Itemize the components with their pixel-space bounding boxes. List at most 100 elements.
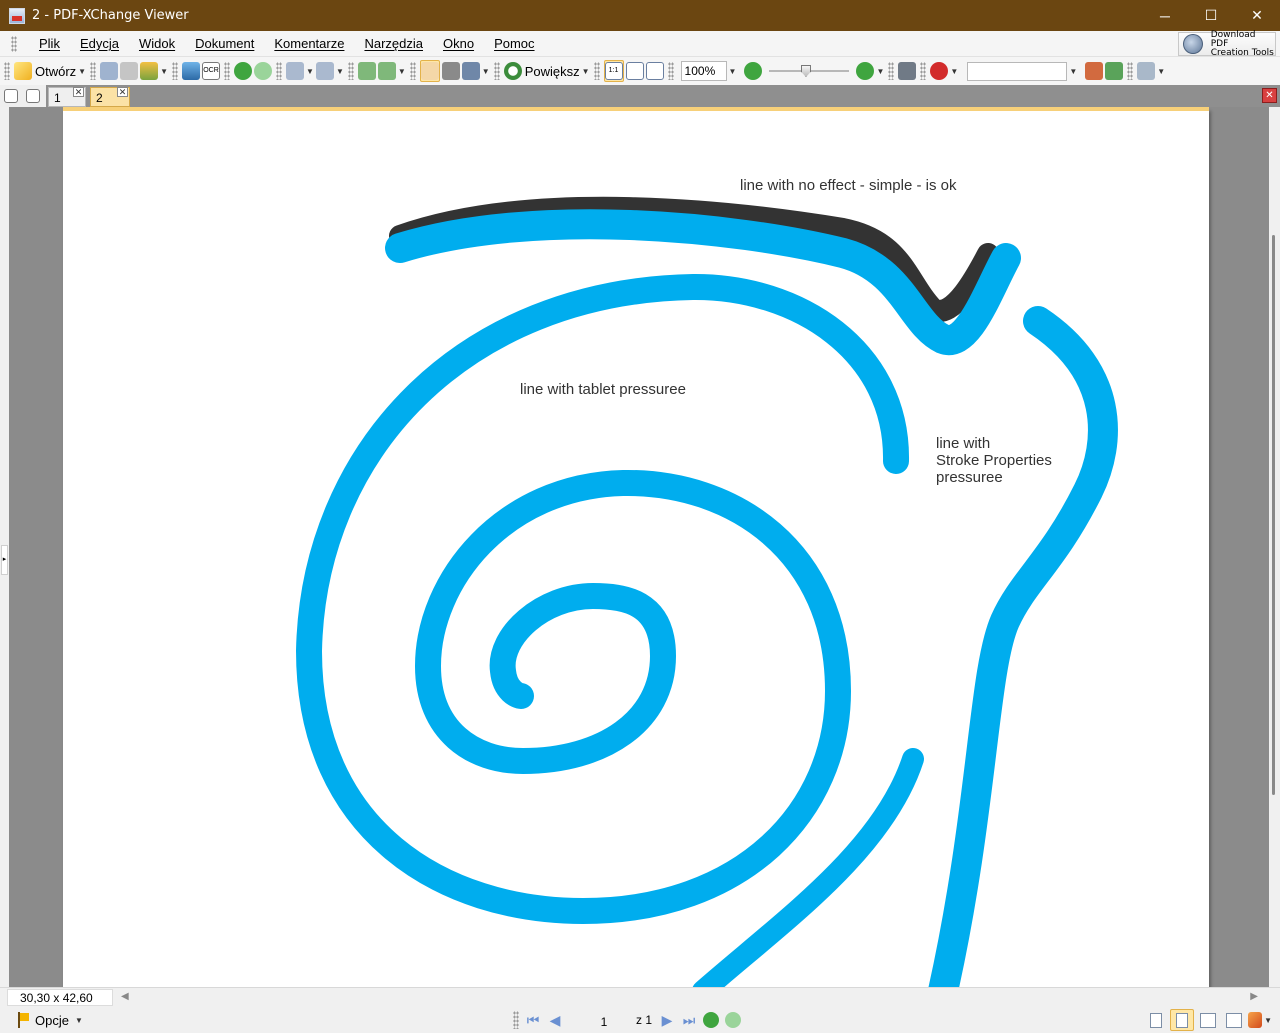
rotate-ccw-button[interactable] — [357, 60, 376, 82]
search-input[interactable] — [967, 61, 1068, 81]
menu-dokument[interactable]: Dokument — [185, 36, 264, 51]
zoom-slider-thumb[interactable] — [800, 65, 811, 77]
undo-dropdown-icon[interactable]: ▼ — [306, 67, 314, 76]
snapshot-button[interactable] — [441, 60, 460, 82]
last-page-button[interactable]: ⏭ — [678, 1009, 700, 1031]
maximize-button[interactable]: ☐ — [1188, 0, 1234, 31]
select-text-button[interactable]: ▼ — [461, 60, 490, 82]
nav-grip[interactable] — [513, 1011, 519, 1029]
document-view[interactable]: ▸ line with no effect - simple - is ok l… — [0, 107, 1280, 987]
zoom-out-button[interactable] — [744, 60, 763, 82]
highlight-dropdown-icon[interactable]: ▼ — [1157, 67, 1165, 76]
menu-widok[interactable]: Widok — [129, 36, 185, 51]
pdf-page[interactable]: line with no effect - simple - is ok lin… — [63, 107, 1209, 987]
undo-button[interactable]: ▼ — [286, 60, 314, 82]
next-page-button[interactable]: ▶ — [656, 1009, 678, 1031]
fit-width-button[interactable] — [645, 60, 664, 82]
toolbar-grip[interactable] — [4, 62, 10, 80]
prev-page-icon: ◀ — [549, 1011, 561, 1028]
export-button[interactable]: ▼ — [140, 60, 168, 82]
close-tab-icon[interactable]: ✕ — [73, 87, 84, 97]
prev-page-button[interactable]: ◀ — [544, 1009, 566, 1031]
redo-button[interactable]: ▼ — [315, 60, 344, 82]
export-dropdown-icon[interactable]: ▼ — [160, 67, 168, 76]
horizontal-scrollbar[interactable]: 30,30 x 42,60 cm ◀ ▶ — [0, 987, 1280, 1019]
forward-arrow-icon — [725, 1012, 742, 1028]
nav-back-button[interactable] — [700, 1009, 722, 1031]
vertical-scrollbar[interactable] — [1269, 107, 1280, 987]
close-window-button[interactable]: ✕ — [1234, 0, 1280, 31]
search-web-button[interactable]: ▼ — [930, 60, 958, 82]
forward-button[interactable] — [254, 60, 273, 82]
thumbnails-icon[interactable] — [4, 89, 18, 103]
facing-pages-button[interactable] — [1196, 1009, 1220, 1031]
zoom-level-dropdown-icon[interactable]: ▼ — [729, 67, 737, 76]
menu-pomoc[interactable]: Pomoc — [484, 36, 544, 51]
zoom-tool-dropdown-icon[interactable]: ▼ — [582, 67, 590, 76]
zoom-in-button[interactable]: ▼ — [856, 60, 884, 82]
back-button[interactable] — [234, 60, 253, 82]
menu-okno[interactable]: Okno — [433, 36, 484, 51]
minimize-button[interactable]: ─ — [1142, 0, 1188, 31]
save-button[interactable] — [100, 60, 119, 82]
open-label: Otwórz — [35, 63, 77, 79]
first-page-button[interactable]: ⏮ — [522, 1009, 544, 1031]
menu-edycja[interactable]: Edycja — [70, 36, 129, 51]
vertical-scroll-thumb[interactable] — [1272, 235, 1275, 795]
rotate-dropdown-icon[interactable]: ▼ — [398, 67, 406, 76]
current-page-input[interactable] — [576, 1010, 632, 1030]
zoom-slider[interactable] — [769, 62, 850, 80]
close-document-button[interactable]: ✕ — [1262, 88, 1277, 103]
fit-width-icon — [645, 62, 664, 80]
expand-panel-handle[interactable]: ▸ — [1, 545, 8, 575]
rotate-left-icon — [357, 62, 376, 80]
nav-forward-button[interactable] — [722, 1009, 744, 1031]
redo-icon — [315, 62, 334, 80]
tab-document-2[interactable]: 2 ✕ — [90, 87, 130, 107]
options-dropdown-icon[interactable]: ▼ — [75, 1016, 83, 1025]
select-dropdown-icon[interactable]: ▼ — [482, 67, 490, 76]
rotate-cw-button[interactable]: ▼ — [377, 60, 406, 82]
menu-komentarze[interactable]: Komentarze — [264, 36, 354, 51]
highlight-tool-button[interactable]: ▼ — [1137, 60, 1165, 82]
scan-button[interactable] — [182, 60, 201, 82]
next-result-icon — [1105, 62, 1124, 80]
options-button[interactable]: Opcje ▼ — [16, 1012, 83, 1028]
comment-dropdown-icon[interactable]: ▼ — [1264, 1016, 1272, 1025]
print-button[interactable] — [120, 60, 139, 82]
continuous-page-button[interactable] — [1170, 1009, 1194, 1031]
comment-style-button[interactable]: ▼ — [1248, 1009, 1272, 1031]
prev-highlight-button[interactable] — [1085, 60, 1104, 82]
tab-document-1[interactable]: 1 ✕ — [48, 87, 86, 107]
single-page-button[interactable] — [1144, 1009, 1168, 1031]
tab-label: 2 — [96, 91, 103, 105]
zoom-tool-button[interactable]: Powiększ ▼ — [503, 60, 590, 82]
scroll-left-icon[interactable]: ◀ — [121, 991, 129, 1002]
zoom-in-icon — [856, 62, 875, 80]
redo-dropdown-icon[interactable]: ▼ — [336, 67, 344, 76]
zoom-level-input[interactable] — [680, 61, 727, 81]
fit-page-button[interactable] — [625, 60, 644, 82]
hand-tool-button[interactable] — [419, 60, 440, 82]
title-bar: 2 - PDF-XChange Viewer ─ ☐ ✕ — [0, 0, 1280, 31]
open-button[interactable]: Otwórz ▼ — [14, 60, 86, 82]
continuous-facing-button[interactable] — [1222, 1009, 1246, 1031]
actual-size-button[interactable]: 1:1 — [603, 60, 624, 82]
toolbar-separator — [667, 62, 674, 80]
open-dropdown-icon[interactable]: ▼ — [78, 67, 86, 76]
scroll-right-icon[interactable]: ▶ — [1250, 991, 1258, 1002]
next-highlight-button[interactable] — [1105, 60, 1124, 82]
ocr-button[interactable]: OCR — [202, 60, 221, 82]
menu-plik[interactable]: Plik — [29, 36, 70, 51]
search-web-dropdown-icon[interactable]: ▼ — [950, 67, 958, 76]
close-tab-icon[interactable]: ✕ — [117, 87, 128, 97]
menubar-grip[interactable] — [11, 35, 17, 52]
toolbar-separator — [920, 62, 927, 80]
tab-list-icon[interactable] — [26, 89, 40, 103]
globe-icon — [1183, 34, 1203, 54]
download-tools-button[interactable]: Download PDF Creation Tools — [1178, 30, 1276, 57]
find-button[interactable] — [898, 60, 917, 82]
menu-narzedzia[interactable]: Narzędzia — [354, 36, 433, 51]
search-dropdown-icon[interactable]: ▼ — [1069, 67, 1077, 76]
zoom-in-dropdown-icon[interactable]: ▼ — [876, 67, 884, 76]
